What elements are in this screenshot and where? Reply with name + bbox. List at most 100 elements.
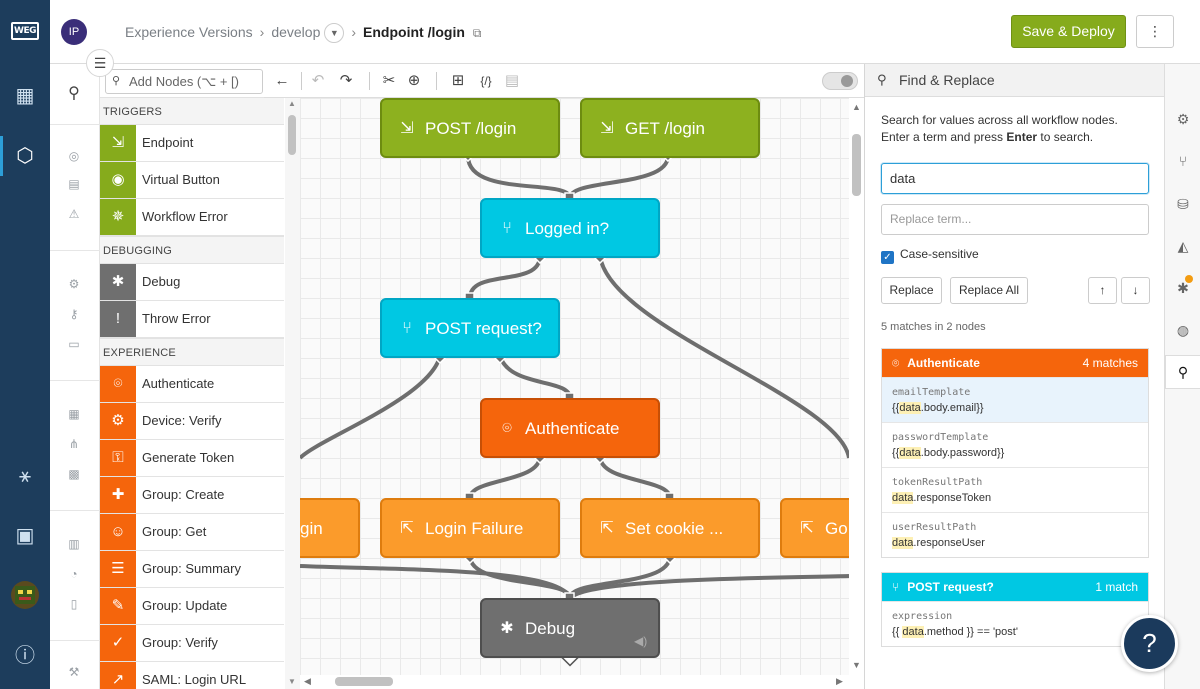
file-icon[interactable]: ▥ bbox=[65, 536, 83, 552]
node-authenticate[interactable]: ⌾ Authenticate bbox=[480, 398, 660, 458]
case-sensitive-checkbox[interactable]: ✓ Case-sensitive bbox=[881, 247, 979, 264]
settings-tool-icon[interactable]: ⚒ bbox=[65, 664, 83, 680]
breadcrumb-experience-versions[interactable]: Experience Versions bbox=[125, 24, 253, 40]
network-icon[interactable]: ⚹ bbox=[13, 464, 37, 488]
checkmark-icon[interactable]: ✓ bbox=[881, 251, 894, 264]
node-set-cookie[interactable]: ⇱ Set cookie ... bbox=[580, 498, 760, 558]
calendar-icon[interactable]: ▤ bbox=[65, 176, 83, 192]
help-button[interactable]: ? bbox=[1121, 615, 1178, 672]
palette-item[interactable]: ⚙ Device: Verify bbox=[100, 403, 284, 440]
scroll-thumb[interactable] bbox=[335, 677, 393, 686]
zoom-icon[interactable]: ⊕ bbox=[404, 71, 424, 91]
gear-icon[interactable]: ⚙ bbox=[1173, 109, 1193, 129]
copy-icon[interactable]: ⧉ bbox=[473, 26, 482, 40]
scroll-up-icon[interactable]: ▲ bbox=[852, 102, 861, 112]
replace-all-button[interactable]: Replace All bbox=[950, 277, 1028, 304]
node-logged-in[interactable]: ⑂ Logged in? bbox=[480, 198, 660, 258]
panel-icon[interactable]: ▭ bbox=[65, 336, 83, 352]
search-icon[interactable]: ⚲ bbox=[1173, 362, 1193, 382]
palette-item[interactable]: ☺ Group: Get bbox=[100, 514, 284, 551]
more-menu-button[interactable]: ⋮ bbox=[1136, 15, 1174, 48]
node-go-to[interactable]: ⇱ Go t bbox=[780, 498, 849, 558]
org-avatar[interactable]: IP bbox=[61, 19, 87, 45]
user-avatar[interactable] bbox=[11, 581, 39, 609]
palette-item[interactable]: ⚿ Generate Token bbox=[100, 440, 284, 477]
replace-button[interactable]: Replace bbox=[881, 277, 942, 304]
search-term-input[interactable]: data bbox=[881, 163, 1149, 194]
palette-item[interactable]: ⌾ Authenticate bbox=[100, 366, 284, 403]
redo-icon[interactable]: ↷ bbox=[336, 71, 356, 91]
result-item[interactable]: expression {{ data.method }} == 'post' bbox=[882, 601, 1148, 646]
key-icon[interactable]: ⚷ bbox=[65, 306, 83, 322]
result-item[interactable]: tokenResultPath data.responseToken bbox=[882, 467, 1148, 512]
node-post-request[interactable]: ⑂ POST request? bbox=[380, 298, 560, 358]
node-post-login[interactable]: ⇲ POST /login bbox=[380, 98, 560, 158]
globe-icon[interactable]: ◎ bbox=[65, 148, 83, 164]
palette-item[interactable]: ✓ Group: Verify bbox=[100, 625, 284, 662]
cpu-icon[interactable]: ⚙ bbox=[65, 276, 83, 292]
previous-match-icon[interactable]: ↑ bbox=[1088, 277, 1117, 304]
palette-item[interactable]: ☰ Group: Summary bbox=[100, 551, 284, 588]
help-circle-icon[interactable]: ⓘ bbox=[13, 644, 37, 668]
database-icon[interactable]: ⛁ bbox=[1173, 194, 1193, 214]
result-group-header[interactable]: ⑂ POST request? 1 match bbox=[882, 573, 1148, 601]
version-dropdown-icon[interactable]: ▼ bbox=[324, 23, 345, 44]
git-branch-icon[interactable]: ⑂ bbox=[1173, 151, 1193, 171]
canvas-horizontal-scrollbar[interactable]: ◀ ▶ bbox=[300, 675, 849, 689]
scroll-left-icon[interactable]: ◀ bbox=[304, 676, 311, 687]
palette-item[interactable]: ✱ Debug bbox=[100, 264, 284, 301]
node-login-partial[interactable]: gin bbox=[300, 498, 360, 558]
scroll-thumb[interactable] bbox=[852, 134, 861, 196]
scroll-down-icon[interactable]: ▼ bbox=[852, 660, 861, 670]
warning-icon[interactable]: ⚠ bbox=[65, 206, 83, 222]
result-group-header[interactable]: ⌾ Authenticate 4 matches bbox=[882, 349, 1148, 377]
palette-item[interactable]: ✵ Workflow Error bbox=[100, 199, 284, 236]
palette-item[interactable]: ! Throw Error bbox=[100, 301, 284, 338]
node-debug[interactable]: ✱ Debug ◀) bbox=[480, 598, 660, 658]
chart-icon[interactable]: ◭ bbox=[1173, 236, 1193, 256]
replace-term-input[interactable]: Replace term... bbox=[881, 204, 1149, 235]
workflow-canvas[interactable]: ⇲ POST /login ⇲ GET /login ⑂ Logged in? … bbox=[300, 98, 849, 675]
menu-toggle-icon[interactable]: ☰ bbox=[86, 49, 114, 77]
undo-icon[interactable]: ↶ bbox=[308, 71, 328, 91]
table-icon[interactable]: ▦ bbox=[65, 406, 83, 422]
back-arrow-icon[interactable]: ← bbox=[272, 71, 292, 91]
palette-item[interactable]: ✚ Group: Create bbox=[100, 477, 284, 514]
palette-scrollbar[interactable]: ▲ ▼ bbox=[285, 97, 300, 689]
result-item[interactable]: emailTemplate {{data.body.email}} bbox=[882, 377, 1148, 422]
cut-icon[interactable]: ✂ bbox=[379, 71, 399, 91]
node-login-failure[interactable]: ⇱ Login Failure bbox=[380, 498, 560, 558]
breadcrumb-develop[interactable]: develop bbox=[271, 24, 320, 40]
result-item[interactable]: passwordTemplate {{data.body.password}} bbox=[882, 422, 1148, 467]
search-icon[interactable]: ⚲ bbox=[65, 86, 83, 102]
palette-item[interactable]: ↗ SAML: Login URL bbox=[100, 662, 284, 689]
document-icon[interactable]: ▤ bbox=[502, 71, 522, 91]
add-nodes-search[interactable]: ⚲ Add Nodes (⌥ + [) bbox=[105, 69, 263, 94]
node-get-login[interactable]: ⇲ GET /login bbox=[580, 98, 760, 158]
scroll-thumb[interactable] bbox=[288, 115, 296, 155]
tree-icon[interactable]: ⋔ bbox=[65, 436, 83, 452]
dashboard-icon[interactable]: ▦ bbox=[13, 84, 37, 108]
toggle-switch[interactable] bbox=[822, 72, 858, 90]
scroll-right-icon[interactable]: ▶ bbox=[836, 676, 843, 687]
grid-icon[interactable]: ▩ bbox=[65, 466, 83, 482]
next-match-icon[interactable]: ↓ bbox=[1121, 277, 1150, 304]
logo[interactable]: WEG bbox=[11, 22, 39, 40]
palette-item[interactable]: ◉ Virtual Button bbox=[100, 162, 284, 199]
palette-item[interactable]: ✎ Group: Update bbox=[100, 588, 284, 625]
tablet-icon[interactable]: ▯ bbox=[65, 596, 83, 612]
save-deploy-button[interactable]: Save & Deploy bbox=[1011, 15, 1126, 48]
device-icon[interactable]: ▣ bbox=[13, 524, 37, 548]
add-comment-icon[interactable]: ⊞ bbox=[448, 71, 468, 91]
panel-header: ⚲ Find & Replace bbox=[865, 64, 1165, 97]
compass-icon[interactable]: ◔ bbox=[65, 566, 83, 582]
result-item[interactable]: userResultPath data.responseUser bbox=[882, 512, 1148, 557]
scroll-up-icon[interactable]: ▲ bbox=[288, 99, 296, 108]
palette-item[interactable]: ⇲ Endpoint bbox=[100, 125, 284, 162]
code-icon[interactable]: {/} bbox=[476, 71, 496, 91]
branch-icon: ⑂ bbox=[892, 580, 900, 594]
cube-icon[interactable]: ⬡ bbox=[13, 144, 37, 168]
globe-icon[interactable]: ◍ bbox=[1173, 320, 1193, 340]
scroll-down-icon[interactable]: ▼ bbox=[288, 677, 296, 686]
canvas-vertical-scrollbar[interactable]: ▲ ▼ bbox=[849, 98, 864, 675]
